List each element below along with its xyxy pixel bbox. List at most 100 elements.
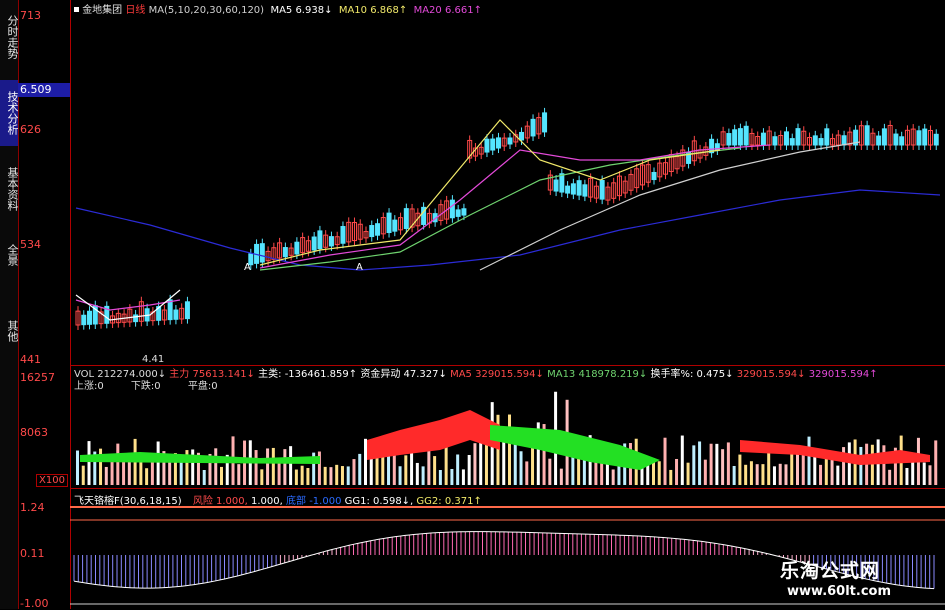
candle-body: [530, 118, 536, 137]
candle-body: [743, 125, 749, 146]
volume-bar: [340, 466, 344, 485]
candle-body: [184, 301, 190, 320]
candle-body: [87, 310, 93, 325]
volume-bar: [306, 468, 310, 485]
volume-bar: [847, 442, 851, 485]
candle-body: [173, 309, 179, 320]
vol-ma5: MA5 329015.594↓: [450, 369, 544, 380]
volume-bar: [686, 462, 690, 485]
volume-bar: [657, 461, 661, 485]
candle-body: [916, 130, 922, 146]
candle-body: [881, 128, 887, 146]
vol-extra-1: 329015.594↓: [736, 369, 806, 380]
volume-bar: [680, 435, 684, 485]
volume-bar: [836, 465, 840, 485]
volume-bar: [369, 457, 373, 485]
volume-bar: [784, 464, 788, 485]
candle-body: [576, 180, 582, 196]
volume-bar: [870, 444, 874, 485]
candle-body: [732, 129, 738, 146]
osc-name: 飞天铬榕F(30,6,18,15): [74, 496, 182, 507]
candle-body: [392, 219, 398, 232]
candle-body: [133, 314, 139, 323]
volume-bar: [559, 468, 563, 485]
volume-bar: [335, 464, 339, 485]
volume-bar: [663, 437, 667, 485]
volume-bar: [364, 438, 367, 485]
volume-bar: [433, 456, 437, 485]
volume-bar: [300, 465, 304, 485]
ma120-line: [75, 189, 941, 271]
volume-bar: [749, 461, 753, 485]
volume-bar: [254, 450, 258, 485]
candle-body: [582, 184, 588, 197]
volume-bar: [882, 445, 886, 485]
volume-bar: [934, 440, 938, 485]
risk-value: 1.000,: [216, 496, 248, 507]
volume-bar: [698, 441, 702, 485]
zhulei-value: -136461.859↑: [284, 369, 358, 380]
volume-bar: [807, 436, 811, 485]
volume-bar: [888, 469, 892, 485]
chart-canvas[interactable]: [0, 0, 945, 609]
volume-bar: [421, 466, 425, 485]
volume-bar: [525, 461, 529, 485]
volume-bar: [767, 452, 771, 485]
volume-bar: [508, 414, 511, 485]
candle-body: [726, 133, 732, 146]
candle-body: [461, 208, 467, 216]
volume-bar: [819, 464, 823, 485]
candle-body: [484, 138, 490, 153]
volume-bar: [404, 455, 408, 485]
a-marker-1: A: [244, 262, 251, 273]
candle-body: [311, 236, 317, 251]
volume-bar: [692, 445, 696, 485]
volume-bar: [928, 465, 932, 485]
zijin-label: 资金异动: [360, 369, 401, 380]
volume-bar: [266, 448, 270, 485]
candle-body: [259, 243, 265, 263]
volume-bar: [104, 466, 108, 485]
candle-body: [495, 137, 501, 149]
volume-bar: [271, 447, 275, 485]
candle-body: [922, 128, 928, 146]
volume-bar: [398, 466, 402, 485]
candle-body: [812, 135, 818, 146]
volume-bar: [461, 469, 465, 485]
volume-bar: [732, 465, 736, 485]
volume-bar: [473, 443, 477, 485]
candle-body: [824, 128, 830, 146]
volume-bar: [346, 466, 350, 485]
volume-bar: [179, 461, 183, 485]
candle-body: [795, 128, 801, 146]
volume-bar: [744, 464, 748, 485]
candle-body: [899, 136, 905, 146]
candle-body: [490, 138, 496, 151]
volume-bar: [922, 462, 926, 485]
volume-bar: [139, 461, 143, 485]
volume-bar: [571, 455, 575, 485]
mid-value: 1.000,: [251, 496, 283, 507]
gg2-value: GG2: 0.371↑: [416, 496, 482, 507]
candle-body: [565, 185, 571, 194]
candle-body: [282, 247, 288, 258]
volume-bar: [675, 458, 679, 485]
candle-body: [507, 137, 513, 145]
candle-body: [403, 208, 409, 229]
volume-bar: [755, 464, 759, 485]
site-watermark: 乐淘公式网 www.60lt.com: [772, 556, 942, 604]
volume-bar: [709, 443, 713, 485]
volume-bar: [220, 466, 223, 485]
volume-bar: [796, 452, 799, 485]
candle-body: [559, 173, 565, 193]
stock-chart-window: 分时走势 技术分析 基本资料 全景 其他 713 6.509 626 534 4…: [0, 0, 945, 610]
volume-bar: [738, 454, 742, 485]
volume-bar: [358, 453, 362, 485]
volume-count-row: 上涨:0 下跌:0 平盘:0: [74, 377, 218, 392]
oscillator-indicator-row: 飞天铬榕F(30,6,18,15) 风险 1.000, 1.000, 底部 -1…: [74, 492, 482, 507]
volume-bar: [438, 469, 442, 485]
volume-bar: [715, 443, 719, 485]
low-price-marker: 4.41: [142, 354, 165, 365]
volume-bar: [703, 459, 707, 485]
candle-body: [841, 135, 847, 146]
